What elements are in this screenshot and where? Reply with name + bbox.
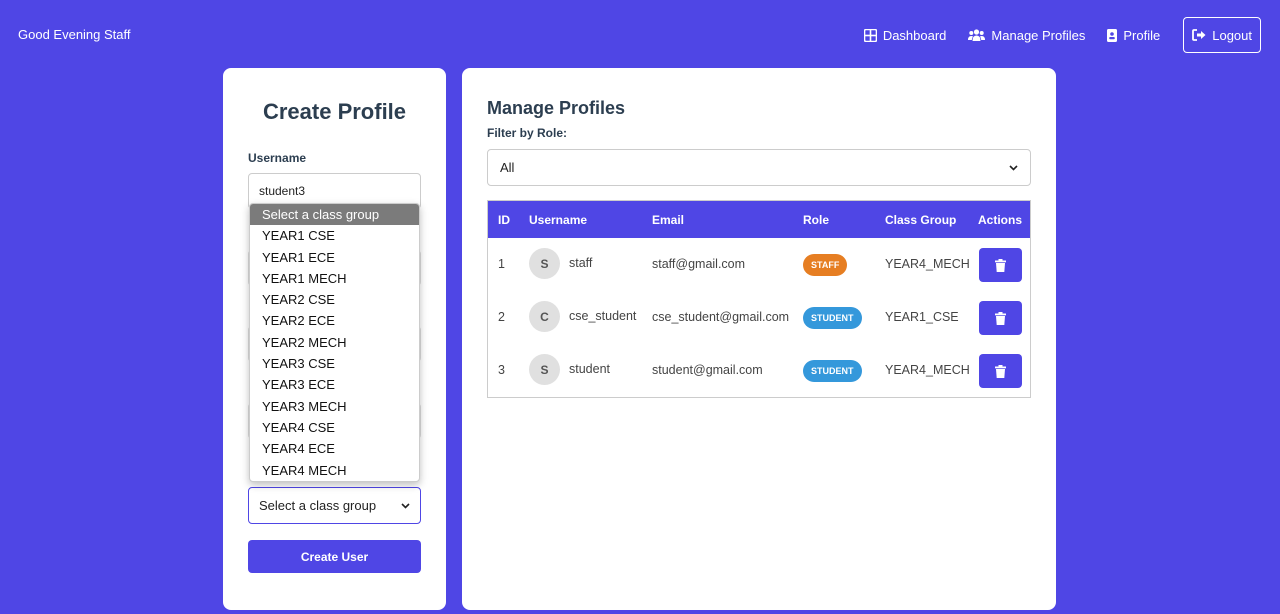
row-email: student@gmail.com — [652, 363, 763, 377]
class-group-option[interactable]: YEAR3 CSE — [250, 353, 419, 374]
row-username: student — [569, 362, 611, 376]
users-icon — [968, 29, 986, 41]
column-header-id: ID — [498, 213, 510, 227]
create-user-button[interactable]: Create User — [248, 540, 421, 573]
class-group-option[interactable]: YEAR2 ECE — [250, 310, 419, 331]
row-class-group: YEAR1_CSE — [885, 310, 959, 324]
delete-button[interactable] — [979, 248, 1022, 282]
class-group-select-value: Select a class group — [259, 498, 377, 513]
row-username: cse_student — [569, 309, 637, 323]
column-header-role: Role — [803, 213, 830, 227]
column-header-username: Username — [529, 213, 588, 227]
nav-profile[interactable]: Profile — [1107, 28, 1160, 43]
nav-manage-profiles[interactable]: Manage Profiles — [968, 28, 1085, 43]
column-header-email: Email — [652, 213, 685, 227]
nav-profile-label: Profile — [1123, 27, 1161, 43]
greeting-text: Good Evening Staff — [18, 27, 131, 42]
row-email: staff@gmail.com — [652, 257, 746, 271]
class-group-option[interactable]: YEAR1 CSE — [250, 225, 419, 246]
delete-button[interactable] — [979, 301, 1022, 335]
chevron-down-icon — [401, 502, 410, 509]
class-group-option[interactable]: YEAR3 MECH — [250, 396, 419, 417]
row-class-group: YEAR4_MECH — [885, 257, 970, 271]
class-group-option[interactable]: YEAR3 ECE — [250, 374, 419, 395]
row-email: cse_student@gmail.com — [652, 310, 790, 324]
top-nav: Dashboard Manage Profiles Profile Logout — [842, 17, 1261, 53]
row-id: 2 — [498, 310, 505, 324]
logout-icon — [1192, 29, 1206, 41]
class-group-option[interactable]: YEAR4 CSE — [250, 417, 419, 438]
username-label: Username — [248, 151, 307, 165]
trash-icon — [995, 311, 1006, 325]
table-row: 2 C cse_student cse_student@gmail.com ST… — [488, 291, 1030, 344]
manage-profiles-title: Manage Profiles — [487, 98, 626, 118]
class-group-select[interactable]: Select a class group — [248, 487, 421, 524]
id-badge-icon — [1107, 28, 1118, 42]
class-group-dropdown-list: Select a class group YEAR1 CSE YEAR1 ECE… — [249, 203, 420, 482]
avatar: C — [529, 301, 560, 332]
row-username: staff — [569, 256, 593, 270]
filter-role-label: Filter by Role: — [487, 126, 568, 140]
role-badge: STUDENT — [803, 307, 862, 329]
delete-button[interactable] — [979, 354, 1022, 388]
class-group-option[interactable]: YEAR2 MECH — [250, 332, 419, 353]
logout-button[interactable]: Logout — [1183, 17, 1261, 53]
trash-icon — [995, 258, 1006, 272]
class-group-option[interactable]: YEAR1 ECE — [250, 247, 419, 268]
nav-dashboard[interactable]: Dashboard — [863, 27, 947, 43]
role-filter-value: All — [500, 160, 515, 175]
table-row: 1 S staff staff@gmail.com STAFF YEAR4_ME… — [488, 238, 1030, 291]
logout-label: Logout — [1212, 27, 1252, 43]
dashboard-icon — [863, 28, 877, 42]
row-class-group: YEAR4_MECH — [885, 363, 970, 377]
class-group-option[interactable]: YEAR1 MECH — [250, 268, 419, 289]
class-group-option[interactable]: YEAR4 ECE — [250, 438, 419, 459]
chevron-down-icon — [1009, 164, 1018, 171]
nav-manage-profiles-label: Manage Profiles — [991, 27, 1086, 43]
role-filter-select[interactable]: All — [487, 149, 1031, 186]
class-group-option[interactable]: Select a class group — [250, 204, 419, 226]
nav-dashboard-label: Dashboard — [882, 27, 947, 43]
class-group-option[interactable]: YEAR4 MECH — [250, 460, 419, 481]
profiles-table: ID Username Email Role Class Group Actio… — [487, 200, 1031, 398]
column-header-class-group: Class Group — [885, 213, 957, 227]
row-id: 3 — [498, 363, 505, 377]
trash-icon — [995, 364, 1006, 378]
avatar: S — [529, 354, 560, 385]
row-id: 1 — [498, 257, 505, 271]
column-header-actions: Actions — [978, 213, 1023, 227]
manage-profiles-panel: Manage Profiles Filter by Role: All ID U… — [462, 68, 1056, 610]
avatar: S — [529, 248, 560, 279]
table-row: 3 S student student@gmail.com STUDENT YE… — [488, 344, 1030, 397]
role-badge: STAFF — [803, 254, 848, 276]
role-badge: STUDENT — [803, 360, 862, 382]
class-group-option[interactable]: YEAR2 CSE — [250, 289, 419, 310]
table-header: ID Username Email Role Class Group Actio… — [488, 201, 1030, 238]
create-profile-title: Create Profile — [262, 99, 407, 124]
